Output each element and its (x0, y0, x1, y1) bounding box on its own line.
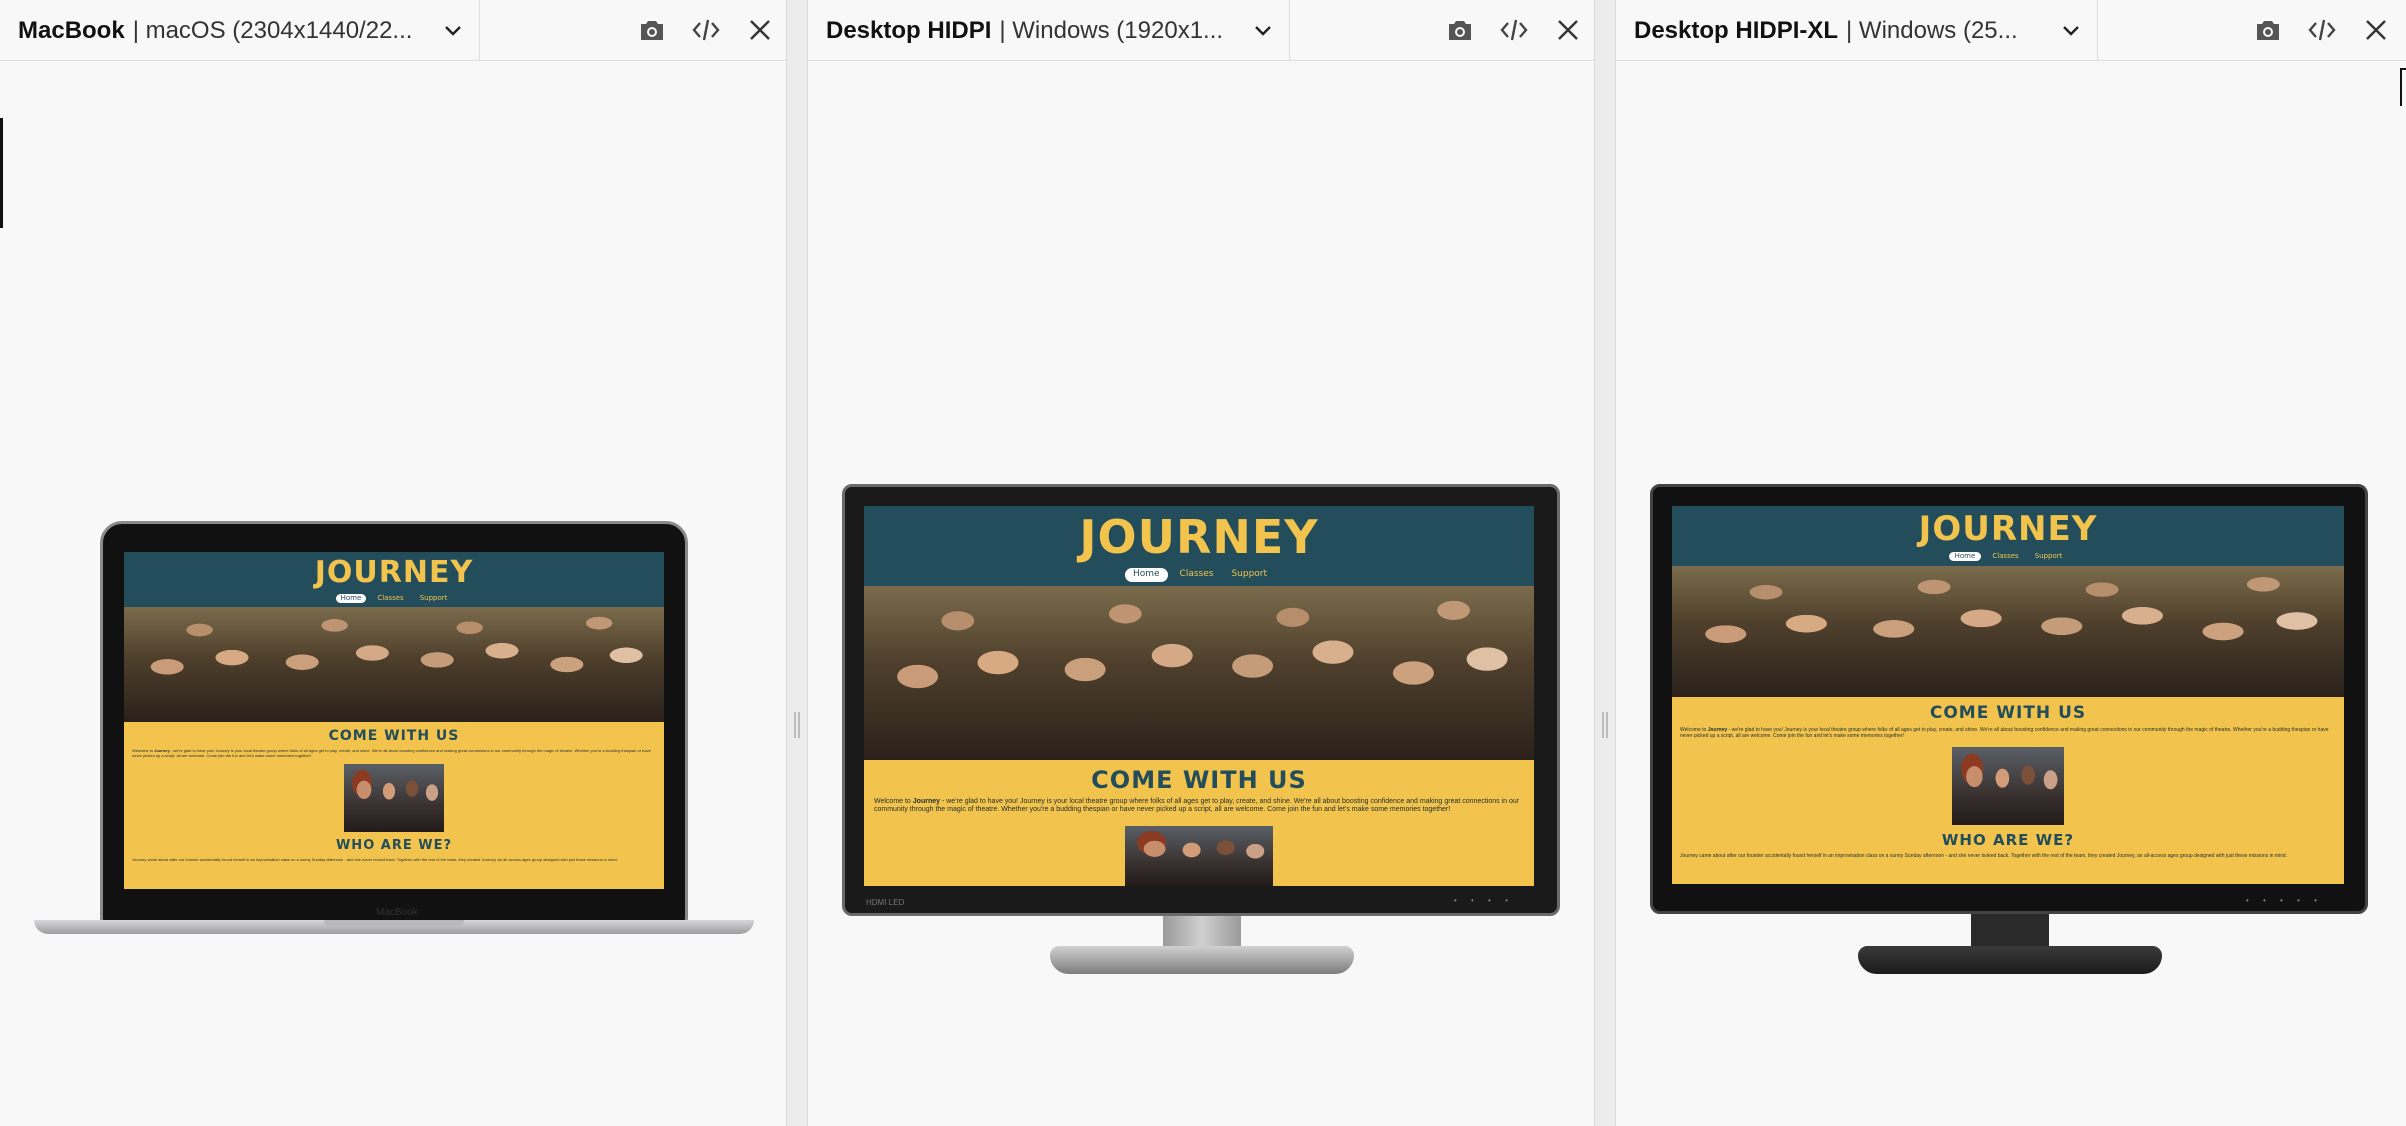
group-photo (344, 764, 444, 832)
about-paragraph: Journey came about after our founder acc… (132, 857, 618, 862)
nav-classes[interactable]: Classes (372, 594, 408, 603)
device-name: Desktop HIDPI (826, 16, 992, 44)
nav-classes[interactable]: Classes (1987, 552, 2023, 561)
close-icon[interactable] (744, 14, 776, 46)
intro-prefix: Welcome to (874, 798, 913, 805)
intro-text: - we're glad to have you! Journey is you… (874, 798, 1520, 813)
hero-photo (1672, 566, 2344, 697)
hero-photo (124, 607, 664, 722)
code-icon[interactable] (690, 14, 722, 46)
monitor-neck (1163, 916, 1241, 946)
camera-icon[interactable] (636, 14, 668, 46)
panel-header: Desktop HIDPI-XL | Windows (25... (1616, 0, 2406, 61)
hero-photo (864, 586, 1534, 760)
device-panel-desktop-hidpi-xl: Desktop HIDPI-XL | Windows (25... JOURNE… (1616, 0, 2406, 1126)
device-spec: | macOS (2304x1440/22... (132, 16, 413, 44)
macbook-notch (324, 920, 464, 926)
code-icon[interactable] (2306, 14, 2338, 46)
resize-handle[interactable] (786, 0, 808, 1126)
monitor-buttons: • • • • • (2246, 896, 2323, 905)
camera-icon[interactable] (1444, 14, 1476, 46)
site-preview[interactable]: JOURNEY Home Classes Support COME WITH U… (1672, 506, 2344, 884)
device-selector[interactable]: MacBook | macOS (2304x1440/22... (0, 0, 480, 61)
resize-handle[interactable] (1594, 0, 1616, 1126)
monitor-buttons: • • • • (1454, 896, 1514, 905)
nav-home[interactable]: Home (1948, 552, 1982, 562)
site-header: JOURNEY Home Classes Support (864, 506, 1534, 586)
window-edge-handle (2400, 68, 2406, 106)
window-edge-handle-left (0, 118, 3, 228)
device-panel-desktop-hidpi: Desktop HIDPI | Windows (1920x1... JOURN… (808, 0, 1594, 1126)
device-panel-macbook: MacBook | macOS (2304x1440/22... JOURNEY… (0, 0, 786, 1126)
nav-support[interactable]: Support (2030, 552, 2068, 561)
group-photo (1125, 826, 1273, 886)
monitor-foot (1050, 946, 1354, 974)
device-selector[interactable]: Desktop HIDPI-XL | Windows (25... (1616, 0, 2098, 61)
close-icon[interactable] (2360, 14, 2392, 46)
grip-icon (1602, 712, 1608, 738)
code-icon[interactable] (1498, 14, 1530, 46)
section-title-come-with-us: COME WITH US (1929, 703, 2087, 723)
site-nav: Home Classes Support (864, 568, 1534, 582)
device-spec: | Windows (25... (1846, 16, 2018, 44)
nav-home[interactable]: Home (1124, 568, 1168, 582)
monitor-brand: HDMI LED (866, 898, 905, 907)
chevron-down-icon (2063, 26, 2079, 36)
section-title-who-are-we: WHO ARE WE? (335, 838, 453, 853)
close-icon[interactable] (1552, 14, 1584, 46)
site-nav: Home Classes Support (124, 594, 664, 604)
intro-paragraph: Welcome to Journey - we're glad to have … (124, 744, 664, 758)
device-name: Desktop HIDPI-XL (1634, 16, 1839, 44)
grip-icon (794, 712, 800, 738)
device-selector[interactable]: Desktop HIDPI | Windows (1920x1... (808, 0, 1290, 61)
intro-text: - we're glad to have you! Journey is you… (132, 748, 651, 758)
nav-support[interactable]: Support (415, 594, 453, 603)
site-preview[interactable]: JOURNEY Home Classes Support COME WITH U… (124, 552, 664, 889)
site-logo: JOURNEY (1079, 510, 1319, 564)
group-photo (1952, 747, 2064, 825)
device-spec: | Windows (1920x1... (999, 16, 1224, 44)
chevron-down-icon (445, 26, 461, 36)
site-logo: JOURNEY (314, 555, 474, 590)
monitor-foot (1858, 946, 2162, 974)
about-paragraph: Journey came about after our founder acc… (1680, 853, 2288, 859)
panel-header: MacBook | macOS (2304x1440/22... (0, 0, 786, 61)
nav-home[interactable]: Home (335, 594, 367, 604)
nav-classes[interactable]: Classes (1174, 568, 1220, 582)
site-preview[interactable]: JOURNEY Home Classes Support COME WITH U… (864, 506, 1534, 886)
site-header: JOURNEY Home Classes Support (1672, 506, 2344, 566)
macbook-label: MacBook (376, 907, 418, 918)
site-header: JOURNEY Home Classes Support (124, 552, 664, 607)
section-title-come-with-us: COME WITH US (1091, 766, 1307, 794)
device-name: MacBook (18, 16, 125, 44)
panel-header: Desktop HIDPI | Windows (1920x1... (808, 0, 1594, 61)
nav-support[interactable]: Support (1225, 568, 1273, 582)
intro-paragraph: Welcome to Journey - we're glad to have … (864, 794, 1534, 814)
camera-icon[interactable] (2252, 14, 2284, 46)
site-nav: Home Classes Support (1672, 552, 2344, 562)
intro-text: - we're glad to have you! Journey is you… (1680, 727, 2329, 739)
section-title-who-are-we: WHO ARE WE? (1941, 831, 2075, 849)
intro-brand: Journey (912, 798, 941, 805)
monitor-neck (1971, 914, 2049, 950)
site-logo: JOURNEY (1918, 509, 2098, 549)
intro-paragraph: Welcome to Journey - we're glad to have … (1672, 723, 2344, 739)
chevron-down-icon (1255, 26, 1271, 36)
section-title-come-with-us: COME WITH US (328, 728, 460, 744)
